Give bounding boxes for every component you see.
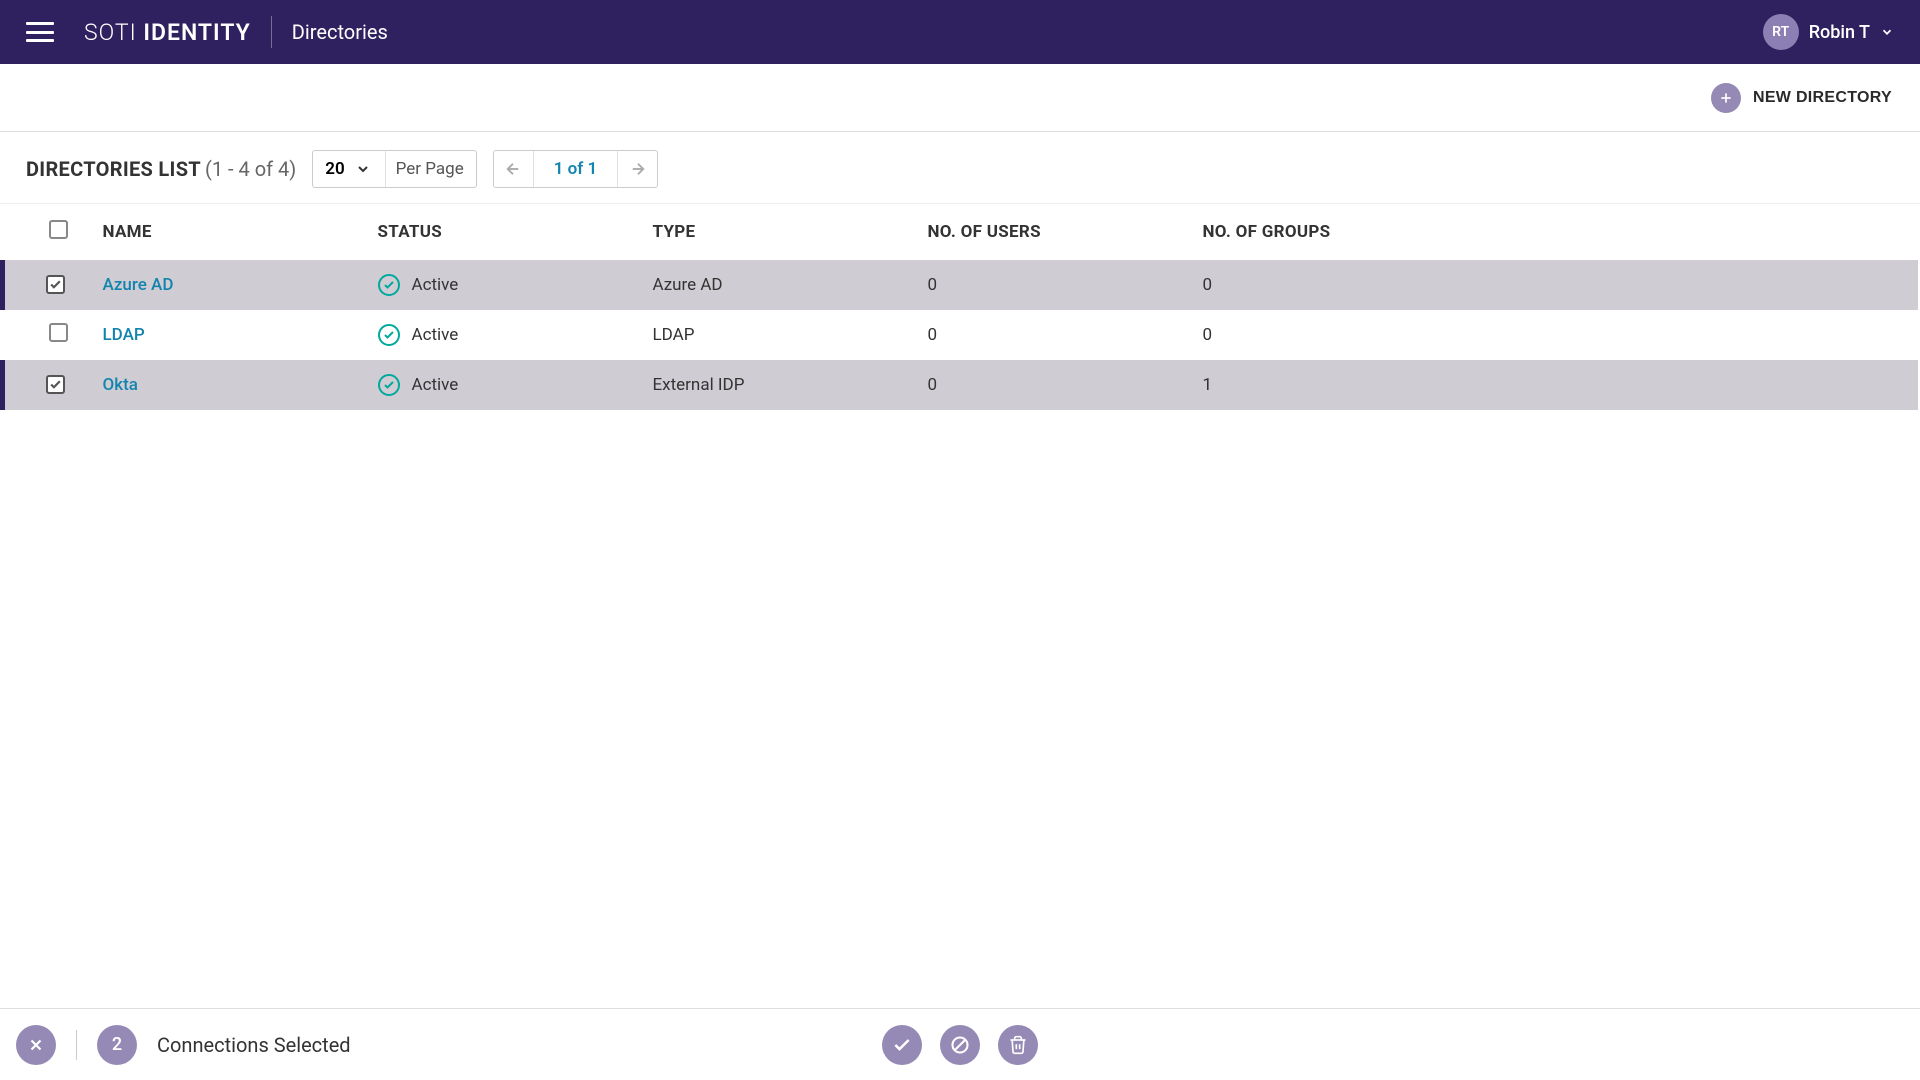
status-ok-icon (378, 324, 400, 346)
new-directory-button[interactable]: NEW DIRECTORY (1711, 83, 1892, 113)
page-size-value: 20 (325, 159, 344, 179)
trash-icon (1008, 1035, 1028, 1055)
directory-name-link[interactable]: Azure AD (103, 275, 174, 295)
per-page-label: Per Page (385, 151, 464, 187)
avatar[interactable]: RT (1763, 14, 1799, 50)
row-checkbox[interactable] (46, 275, 65, 294)
list-toolbar: DIRECTORIES LIST (1 - 4 of 4) 20 Per Pag… (0, 132, 1920, 204)
column-header-type[interactable]: TYPE (653, 204, 928, 260)
table-row[interactable]: Okta Active External IDP01 (3, 360, 1918, 410)
chevron-down-icon[interactable] (1880, 25, 1894, 39)
status-ok-icon (378, 274, 400, 296)
check-icon (892, 1035, 912, 1055)
close-icon (27, 1036, 45, 1054)
confirm-button[interactable] (882, 1025, 922, 1065)
plus-icon (1711, 83, 1741, 113)
page-title: Directories (292, 20, 388, 44)
selection-divider (76, 1030, 77, 1060)
row-checkbox[interactable] (46, 375, 65, 394)
directory-name-link[interactable]: Okta (103, 375, 138, 395)
new-directory-label: NEW DIRECTORY (1753, 89, 1892, 107)
row-checkbox[interactable] (49, 323, 68, 342)
directory-name-link[interactable]: LDAP (103, 325, 145, 345)
groups-cell: 0 (1203, 260, 1918, 310)
groups-cell: 0 (1203, 310, 1918, 360)
menu-icon[interactable] (26, 22, 54, 42)
type-cell: Azure AD (653, 260, 928, 310)
table-row[interactable]: Azure ADActiveAzure AD00 (3, 260, 1918, 310)
column-header-groups[interactable]: NO. OF GROUPS (1203, 204, 1918, 260)
users-cell: 0 (928, 260, 1203, 310)
type-cell: LDAP (653, 310, 928, 360)
status-label: Active (412, 375, 459, 395)
select-all-checkbox[interactable] (49, 220, 68, 239)
selection-count: 2 (97, 1025, 137, 1065)
table-header-row: NAME STATUS TYPE NO. OF USERS NO. OF GRO… (3, 204, 1918, 260)
status-ok-icon (378, 374, 400, 396)
users-cell: 0 (928, 360, 1203, 410)
pager: 1 of 1 (493, 150, 659, 188)
chevron-down-icon (355, 161, 371, 177)
header-divider (271, 16, 272, 48)
selection-actions (882, 1025, 1038, 1065)
selection-label: Connections Selected (157, 1033, 351, 1057)
arrow-right-icon (629, 160, 647, 178)
selection-bar: 2 Connections Selected (0, 1008, 1920, 1080)
column-header-users[interactable]: NO. OF USERS (928, 204, 1203, 260)
type-cell: External IDP (653, 360, 928, 410)
directories-table: NAME STATUS TYPE NO. OF USERS NO. OF GRO… (0, 204, 1920, 410)
list-title: DIRECTORIES LIST (26, 157, 201, 181)
column-header-status[interactable]: STATUS (378, 204, 653, 260)
app-logo: SOTI IDENTITY (84, 19, 251, 46)
status-label: Active (412, 325, 459, 345)
block-icon (950, 1035, 970, 1055)
status-label: Active (412, 275, 459, 295)
delete-button[interactable] (998, 1025, 1038, 1065)
arrow-left-icon (504, 160, 522, 178)
user-name: Robin T (1809, 22, 1870, 43)
table-row[interactable]: LDAPActiveLDAP00 (3, 310, 1918, 360)
groups-cell: 1 (1203, 360, 1918, 410)
pager-label: 1 of 1 (534, 159, 618, 179)
close-selection-button[interactable] (16, 1025, 56, 1065)
action-row: NEW DIRECTORY (0, 64, 1920, 132)
list-range: (1 - 4 of 4) (205, 157, 296, 181)
pager-prev-button[interactable] (494, 151, 534, 187)
column-header-name[interactable]: NAME (103, 204, 378, 260)
pager-next-button[interactable] (617, 151, 657, 187)
header-user-area: RT Robin T (1763, 14, 1894, 50)
users-cell: 0 (928, 310, 1203, 360)
page-size-select[interactable]: 20 Per Page (312, 150, 477, 188)
disable-button[interactable] (940, 1025, 980, 1065)
app-header: SOTI IDENTITY Directories RT Robin T (0, 0, 1920, 64)
